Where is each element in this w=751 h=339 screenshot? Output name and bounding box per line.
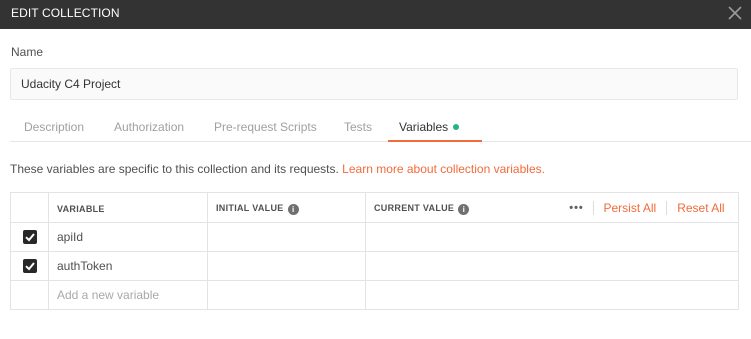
current-value-cell[interactable] (365, 280, 739, 310)
tab-description[interactable]: Description (24, 120, 84, 134)
header-actions: ••• Persist All Reset All (560, 192, 739, 223)
new-variable-placeholder: Add a new variable (57, 288, 160, 302)
reset-all-button[interactable]: Reset All (667, 201, 734, 215)
tab-pre-request-scripts[interactable]: Pre-request Scripts (214, 120, 317, 134)
new-variable-row: Add a new variable (10, 280, 739, 310)
row-checkbox-cell (10, 251, 49, 281)
row-checkbox-cell (10, 280, 49, 310)
learn-more-link[interactable]: Learn more about collection variables. (342, 162, 545, 176)
table-row: authToken (10, 251, 739, 281)
header-current-value: CURRENT VALUE i (365, 192, 561, 223)
name-label: Name (11, 45, 44, 59)
checkbox-checked[interactable] (22, 230, 37, 244)
current-value-cell[interactable] (365, 251, 739, 281)
header-variable: VARIABLE (48, 192, 208, 223)
new-variable-input[interactable]: Add a new variable (48, 280, 208, 310)
header-checkbox-cell (10, 192, 49, 223)
collection-name-input[interactable] (10, 68, 738, 100)
table-header-row: VARIABLE INITIAL VALUE i CURRENT VALUE i •… (10, 192, 739, 223)
tab-bar: Description Authorization Pre-request Sc… (10, 114, 751, 142)
current-value-cell[interactable] (365, 222, 739, 252)
variable-name-cell[interactable]: authToken (48, 251, 208, 281)
variables-table: VARIABLE INITIAL VALUE i CURRENT VALUE i •… (10, 192, 739, 310)
close-icon[interactable] (725, 3, 745, 23)
row-checkbox-cell (10, 222, 49, 252)
tab-variables[interactable]: Variables (399, 120, 460, 134)
persist-all-button[interactable]: Persist All (594, 201, 667, 215)
variables-description: These variables are specific to this col… (10, 162, 545, 176)
variable-name-cell[interactable]: apiId (48, 222, 208, 252)
description-text: These variables are specific to this col… (10, 162, 339, 176)
tab-tests[interactable]: Tests (344, 120, 372, 134)
table-row: apiId (10, 222, 739, 252)
checkbox-checked[interactable] (22, 259, 37, 273)
tab-variables-label: Variables (399, 120, 449, 134)
modal-title: EDIT COLLECTION (11, 6, 120, 20)
more-options-icon[interactable]: ••• (561, 202, 593, 214)
info-icon[interactable]: i (287, 204, 299, 215)
status-dot-icon (453, 124, 460, 130)
tab-authorization[interactable]: Authorization (114, 120, 184, 134)
header-initial-value: INITIAL VALUE i (207, 192, 366, 223)
initial-value-cell[interactable] (207, 280, 366, 310)
info-icon[interactable]: i (458, 204, 470, 215)
modal-titlebar: EDIT COLLECTION (0, 0, 751, 29)
active-tab-indicator (388, 140, 482, 142)
initial-value-cell[interactable] (207, 251, 366, 281)
initial-value-cell[interactable] (207, 222, 366, 252)
